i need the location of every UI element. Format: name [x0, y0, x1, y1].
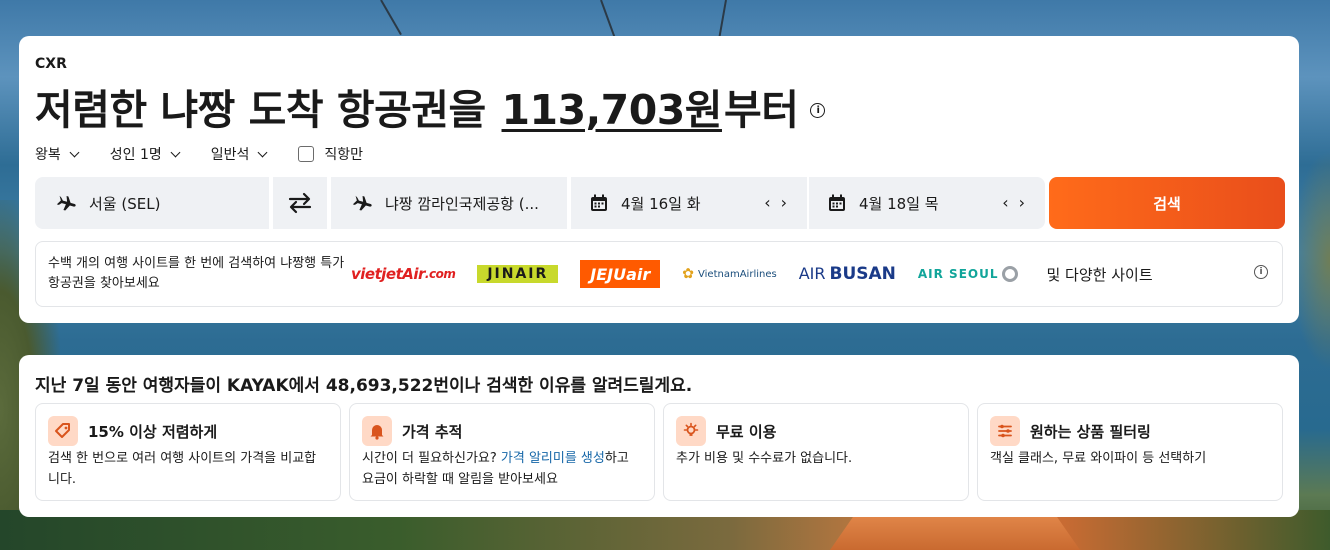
calendar-icon [829, 194, 845, 211]
page-title: 저렴한 냐짱 도착 항공권을 113,703원 부터 i [35, 76, 826, 136]
swap-button[interactable] [273, 177, 327, 229]
jejuair-logo: JEJUair [580, 260, 661, 288]
reason-body: 객실 클래스, 무료 와이파이 등 선택하기 [990, 451, 1207, 466]
passengers-dropdown[interactable]: 성인 1명 [109, 144, 181, 164]
background-cable [718, 0, 727, 40]
reason-title: 원하는 상품 필터링 [1030, 422, 1151, 441]
calendar-icon [591, 194, 607, 211]
reason-item: 가격 추적 시간이 더 필요하신가요? 가격 알리미를 생성하고 요금이 하락할… [349, 403, 655, 501]
air-seoul-logo: AIR SEOUL [918, 260, 1019, 288]
passengers-label: 성인 1명 [109, 147, 162, 163]
prev-day-button[interactable]: ‹ [764, 193, 770, 212]
reason-item: 원하는 상품 필터링 객실 클래스, 무료 와이파이 등 선택하기 [977, 403, 1283, 501]
headline-suffix: 부터 [723, 86, 799, 134]
destination-field[interactable]: 냐짱 깜라인국제공항 (... [331, 177, 567, 229]
reason-list: 15% 이상 저렴하게 검색 한 번으로 여러 여행 사이트의 가격을 비교합니… [35, 403, 1283, 501]
depart-date-value: 4월 16일 화 [621, 194, 701, 213]
filter-sliders-icon [990, 416, 1020, 446]
search-options: 왕복 성인 1명 일반석 직항만 [35, 144, 395, 164]
headline-price[interactable]: 113,703원 [502, 76, 723, 136]
reason-item: 15% 이상 저렴하게 검색 한 번으로 여러 여행 사이트의 가격을 비교합니… [35, 403, 341, 501]
depart-date-field[interactable]: 4월 16일 화 ‹ › [571, 177, 807, 229]
cabin-label: 일반석 [210, 147, 250, 163]
search-button[interactable]: 검색 [1049, 177, 1285, 229]
reason-title: 무료 이용 [716, 422, 777, 441]
reasons-title-prefix: 지난 7일 동안 여행자들이 KAYAK에서 [35, 376, 326, 396]
info-icon[interactable]: i [1254, 265, 1268, 279]
direct-only-checkbox[interactable] [298, 146, 315, 162]
reason-item: 무료 이용 추가 비용 및 수수료가 없습니다. [663, 403, 969, 501]
air-busan-logo: AIR BUSAN [798, 264, 896, 284]
chevron-down-icon [69, 147, 80, 157]
destination-value: 냐짱 깜라인국제공항 (... [385, 194, 539, 213]
reason-body: 추가 비용 및 수수료가 없습니다. [676, 451, 853, 466]
return-date-field[interactable]: 4월 18일 목 ‹ › [809, 177, 1045, 229]
background-cable [600, 0, 616, 38]
chevron-down-icon [257, 147, 268, 157]
trip-type-label: 왕복 [35, 147, 61, 163]
partners-description: 수백 개의 여행 사이트를 한 번에 검색하여 냐짱행 특가 항공권을 찾아보세… [48, 256, 345, 291]
air-seoul-ring-icon [1002, 266, 1019, 282]
more-sites-label: 및 다양한 사이트 [1046, 265, 1153, 284]
next-day-button[interactable]: › [1019, 193, 1025, 212]
direct-only-label: 직항만 [324, 147, 364, 163]
reason-body: 검색 한 번으로 여러 여행 사이트의 가격을 비교합니다. [48, 451, 317, 487]
next-day-button[interactable]: › [781, 193, 787, 212]
prev-day-button[interactable]: ‹ [1002, 193, 1008, 212]
headline-prefix: 저렴한 냐짱 도착 항공권을 [35, 86, 500, 134]
origin-field[interactable]: 서울 (SEL) [35, 177, 269, 229]
reason-body: 시간이 더 필요하신가요? 가격 알리미를 생성하고 요금이 하락할 때 알림을… [362, 448, 642, 490]
bell-icon [362, 416, 392, 446]
reasons-title: 지난 7일 동안 여행자들이 KAYAK에서 48,693,522번이나 검색한… [35, 371, 692, 396]
plane-icon [56, 195, 76, 211]
vietjet-logo: vietjetAir .com [351, 265, 456, 283]
reason-title: 15% 이상 저렴하게 [88, 422, 218, 441]
origin-value: 서울 (SEL) [89, 194, 161, 213]
reasons-card: 지난 7일 동안 여행자들이 KAYAK에서 48,693,522번이나 검색한… [19, 355, 1299, 517]
jinair-logo: JINAIR [477, 265, 559, 283]
return-date-stepper: ‹ › [1002, 193, 1025, 212]
vietnam-airlines-logo: ✿ VietnamAirlines [682, 266, 777, 282]
info-icon[interactable]: i [810, 102, 826, 118]
reason-title: 가격 추적 [402, 422, 463, 441]
reason-body-text: 시간이 더 필요하신가요? [362, 451, 501, 466]
depart-date-stepper: ‹ › [764, 193, 787, 212]
partner-sites-banner: 수백 개의 여행 사이트를 한 번에 검색하여 냐짱행 특가 항공권을 찾아보세… [35, 241, 1283, 307]
lightbulb-icon [676, 416, 706, 446]
reasons-title-suffix: 번이나 검색한 이유를 알려드릴게요. [433, 376, 693, 396]
airport-code: CXR [35, 56, 67, 72]
trip-type-dropdown[interactable]: 왕복 [35, 144, 80, 164]
price-tag-icon [48, 416, 78, 446]
search-count: 48,693,522 [325, 376, 434, 396]
plane-icon [352, 195, 372, 211]
partner-logos: vietjetAir .com JINAIR JEJUair ✿ VietnamAi… [351, 260, 1153, 288]
cabin-dropdown[interactable]: 일반석 [210, 144, 268, 164]
price-alert-link[interactable]: 가격 알리미를 생성 [501, 451, 605, 466]
return-date-value: 4월 18일 목 [859, 194, 939, 213]
chevron-down-icon [170, 147, 181, 157]
direct-only-toggle[interactable]: 직항만 [298, 144, 363, 164]
lotus-icon: ✿ [682, 266, 695, 282]
flight-search-card: CXR 저렴한 냐짱 도착 항공권을 113,703원 부터 i 왕복 성인 1… [19, 36, 1299, 323]
swap-icon [288, 192, 312, 214]
background-roof [830, 514, 1080, 550]
background-cable [380, 0, 402, 36]
